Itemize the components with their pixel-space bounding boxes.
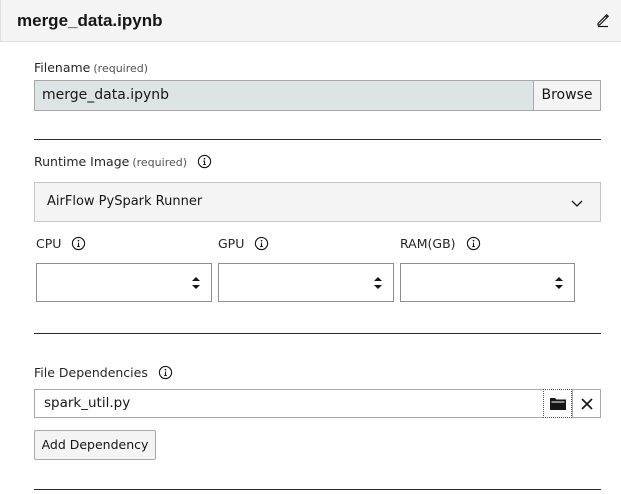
add-dependency-button[interactable]: Add Dependency xyxy=(34,430,156,460)
info-icon[interactable] xyxy=(158,365,173,380)
filename-label: Filename (required) xyxy=(34,60,148,75)
folder-icon xyxy=(550,398,566,410)
browse-folder-button[interactable] xyxy=(543,389,572,418)
section-divider xyxy=(34,489,601,490)
ram-label: RAM(GB) xyxy=(400,236,481,251)
remove-dependency-button[interactable] xyxy=(572,389,601,418)
browse-button[interactable]: Browse xyxy=(533,80,601,111)
cpu-input[interactable] xyxy=(36,263,212,302)
panel-header: merge_data.ipynb xyxy=(0,0,621,42)
info-icon[interactable] xyxy=(254,236,269,251)
cpu-label-text: CPU xyxy=(36,236,62,251)
filename-field[interactable]: merge_data.ipynb xyxy=(34,80,534,111)
section-divider xyxy=(34,333,601,334)
gpu-label: GPU xyxy=(218,236,269,251)
stepper-icon[interactable] xyxy=(554,275,564,291)
ram-input[interactable] xyxy=(400,263,575,302)
file-dependency-field[interactable]: spark_util.py xyxy=(34,389,544,418)
close-icon xyxy=(581,398,593,410)
gpu-input[interactable] xyxy=(218,263,394,302)
filename-label-text: Filename xyxy=(34,60,91,75)
stepper-icon[interactable] xyxy=(373,275,383,291)
filename-required-text: (required) xyxy=(93,62,149,75)
info-icon[interactable] xyxy=(71,236,86,251)
cpu-label: CPU xyxy=(36,236,86,251)
ram-label-text: RAM(GB) xyxy=(400,236,456,251)
chevron-down-icon xyxy=(571,200,583,207)
file-dependencies-label: File Dependencies xyxy=(34,365,173,380)
file-dependencies-label-text: File Dependencies xyxy=(34,365,148,380)
runtime-image-label-text: Runtime Image xyxy=(34,154,130,169)
runtime-image-label: Runtime Image (required) xyxy=(34,154,212,169)
section-divider xyxy=(34,139,601,140)
pencil-icon[interactable] xyxy=(595,12,611,28)
runtime-image-select[interactable]: AirFlow PySpark Runner xyxy=(34,182,601,222)
runtime-image-value: AirFlow PySpark Runner xyxy=(47,194,203,209)
gpu-label-text: GPU xyxy=(218,236,245,251)
stepper-icon[interactable] xyxy=(191,275,201,291)
info-icon[interactable] xyxy=(466,236,481,251)
runtime-image-required-text: (required) xyxy=(132,156,188,169)
panel-title: merge_data.ipynb xyxy=(17,11,163,30)
info-icon[interactable] xyxy=(197,154,212,169)
